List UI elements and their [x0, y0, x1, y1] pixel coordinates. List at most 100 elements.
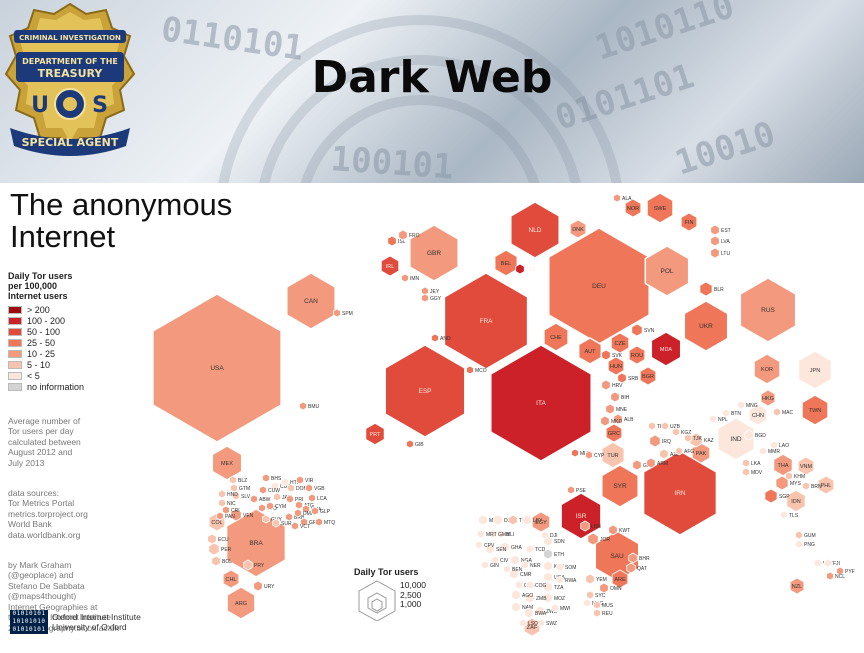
country-label-sgp: SGP — [779, 494, 790, 500]
country-hexagon-reu — [593, 608, 601, 618]
country-label-npl: NPL — [718, 417, 728, 423]
svg-text:10010: 10010 — [670, 114, 780, 183]
country-hexagon-ury — [253, 580, 263, 592]
country-label-lva: LVA — [721, 239, 730, 245]
country-hexagon-svn — [631, 323, 643, 337]
country-hexagon-lux — [515, 263, 525, 275]
country-label-pry: PRY — [254, 563, 265, 569]
country-label-afg: AFG — [684, 449, 694, 455]
country-label-tur: TUR — [607, 453, 618, 459]
country-label-prt: PRT — [370, 432, 382, 438]
country-label-reu: REU — [602, 611, 613, 617]
country-hexagon-cpv — [475, 540, 483, 550]
country-label-tls: TLS — [789, 513, 799, 519]
country-hexagon-srb — [617, 372, 627, 384]
country-hexagon-mdg — [583, 598, 591, 608]
country-label-rwa: RWA — [565, 578, 577, 584]
size-legend-title: Daily Tor users — [354, 567, 419, 577]
country-hexagon-gum — [795, 530, 803, 540]
country-label-irn: IRN — [674, 490, 686, 497]
legend-swatch — [8, 305, 22, 314]
country-label-syr: SYR — [613, 483, 627, 490]
country-label-fin: FIN — [685, 220, 694, 226]
country-hexagon-lao — [770, 440, 778, 450]
country-label-mac: MAC — [782, 410, 794, 416]
country-label-jey: JEY — [430, 289, 440, 295]
country-hexagon-ncl — [826, 571, 834, 581]
country-hexagon-pse — [567, 485, 575, 495]
country-label-chl: CHL — [225, 577, 236, 583]
country-label-bel: BEL — [501, 261, 511, 267]
country-label-fra: FRA — [480, 318, 494, 325]
country-hexagon-isl — [387, 235, 397, 247]
country-hexagon-bhs — [262, 473, 270, 483]
country-hexagon-lca — [308, 493, 316, 503]
country-label-cze: CZE — [615, 341, 626, 347]
legend-swatch — [8, 338, 22, 347]
country-label-esp: ESP — [418, 388, 431, 395]
country-label-mco: MCO — [475, 368, 487, 374]
country-hexagon-sgp — [764, 488, 778, 504]
country-hexagon-mng — [737, 400, 745, 410]
country-label-grc: GRC — [608, 431, 620, 437]
country-hexagon-nam — [511, 601, 521, 613]
country-hexagon-lso — [519, 618, 527, 628]
size-legend: Daily Tor users 10,000 2,500 1,000 — [354, 567, 444, 623]
country-hexagon-dji — [541, 530, 549, 540]
country-hexagon-pri — [286, 494, 294, 504]
country-label-are: ARE — [614, 577, 626, 583]
country-label-syc: SYC — [595, 593, 606, 599]
country-label-lbn: LBN — [591, 524, 601, 530]
country-label-lca: LCA — [317, 496, 327, 502]
country-label-aut: AUT — [585, 349, 597, 355]
country-label-fji: FJI — [833, 561, 840, 567]
country-label-imn: IMN — [410, 276, 420, 282]
country-hexagon-blz — [229, 475, 237, 485]
legend-swatch — [8, 371, 22, 380]
country-label-jor: JOR — [600, 537, 610, 543]
country-label-lux: LUX — [526, 267, 536, 273]
size-legend-values: 10,000 2,500 1,000 — [400, 580, 426, 610]
legend-row: < 5 — [8, 370, 148, 381]
country-hexagon-omn — [599, 582, 609, 594]
country-label-ala: ALA — [622, 196, 632, 202]
country-hexagon-bwa — [524, 607, 534, 619]
country-label-mne: MNE — [616, 407, 628, 413]
country-label-bhs: BHS — [271, 476, 282, 482]
country-label-mys: MYS — [790, 481, 802, 487]
country-label-ner: NER — [530, 563, 541, 569]
country-label-kwt: KWT — [619, 528, 630, 534]
country-label-abw: ABW — [259, 497, 271, 503]
country-hexagon-ben — [503, 564, 511, 574]
country-label-bmu: BMU — [308, 404, 320, 410]
country-hexagon-kwt — [608, 524, 618, 536]
country-label-ben: BEN — [512, 567, 523, 573]
country-hexagon-vut — [814, 558, 822, 568]
country-label-tza: TZA — [554, 585, 564, 591]
legend-label: 50 - 100 — [27, 326, 61, 337]
country-hexagon-qat — [626, 562, 636, 574]
country-label-cyp: CYP — [594, 453, 605, 459]
country-label-ind: IND — [730, 436, 742, 443]
country-label-pyf: PYF — [845, 569, 855, 575]
country-hexagon-gin — [481, 560, 489, 570]
country-label-mwi: MWI — [560, 606, 570, 612]
country-label-pse: PSE — [576, 488, 587, 494]
country-label-pan: PAN — [225, 514, 235, 520]
country-label-mmr: MMR — [768, 449, 780, 455]
country-label-ita: ITA — [536, 400, 546, 407]
country-label-irq: IRQ — [662, 439, 671, 445]
color-legend-title: Daily Tor users per 100,000 Internet use… — [8, 271, 73, 301]
country-label-gha: GHA — [511, 545, 523, 551]
country-hexagon-rwa — [556, 575, 564, 585]
country-label-nor: NOR — [627, 206, 639, 212]
legend-swatch — [8, 360, 22, 369]
country-hexagon-khm — [785, 471, 793, 481]
country-hexagon-lby — [522, 514, 532, 526]
country-label-svk: SVK — [612, 353, 623, 359]
country-label-lao: LAO — [779, 443, 789, 449]
oii-binary-mark: 01010101 10101010 01010101 — [10, 610, 48, 634]
country-hexagon-mwi — [551, 603, 559, 613]
country-hexagon-npl — [709, 414, 717, 424]
country-hexagon-guy — [262, 514, 270, 524]
